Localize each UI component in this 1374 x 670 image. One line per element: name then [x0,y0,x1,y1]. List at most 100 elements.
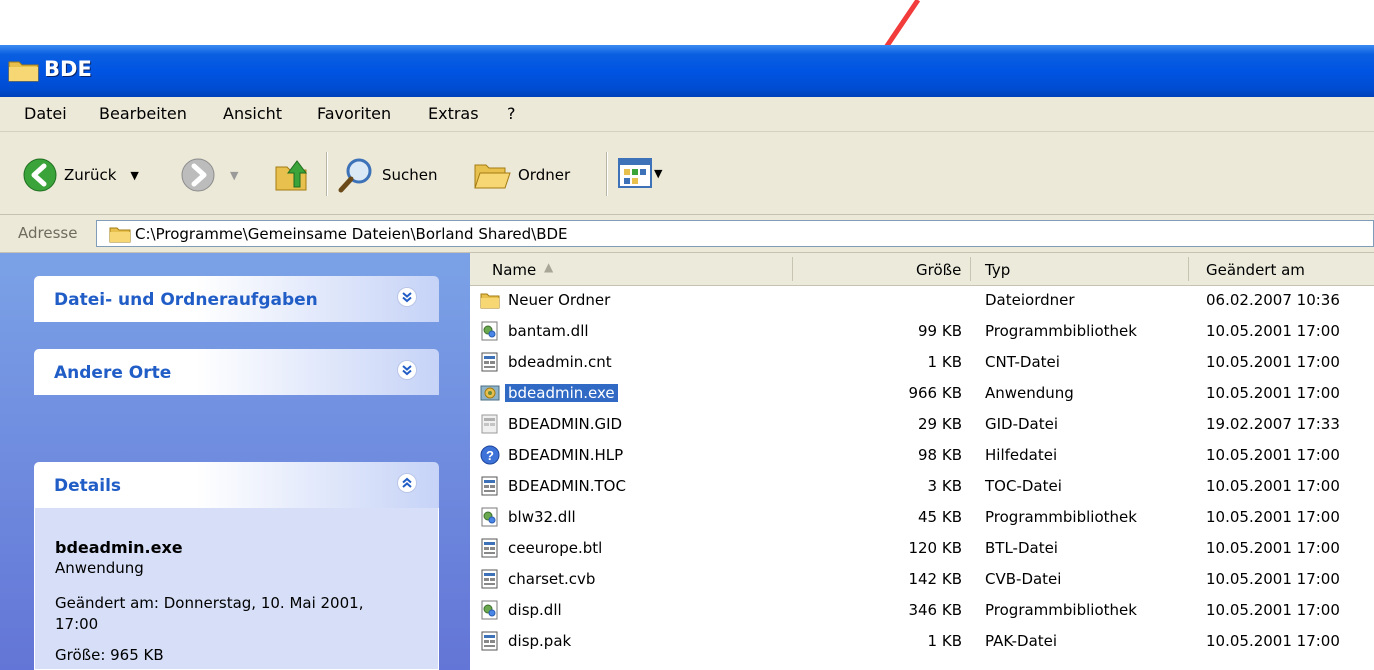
doc-gray-file-icon [480,414,500,434]
cell-name: ceeurope.btl [508,539,603,557]
back-button[interactable]: Zurück ▼ [22,157,139,193]
menu-datei[interactable]: Datei [24,104,67,123]
cell-size: 99 KB [918,322,962,340]
table-row[interactable]: disp.dll 346 KB Programmbibliothek 10.05.20… [470,595,1374,626]
cell-modified: 10.05.2001 17:00 [1206,508,1340,526]
table-row[interactable]: BDEADMIN.GID 29 KB GID-Datei 19.02.2007 17:… [470,409,1374,440]
menu-extras[interactable]: Extras [428,104,479,123]
cell-type: TOC-Datei [985,477,1062,495]
menu-favoriten[interactable]: Favoriten [317,104,391,123]
search-button[interactable]: Suchen [336,155,438,195]
title-bar[interactable]: BDE [0,45,1374,97]
panel-other-places[interactable]: Andere Orte [34,349,439,395]
cell-modified: 10.05.2001 17:00 [1206,446,1340,464]
details-file-type: Anwendung [55,559,144,577]
address-path: C:\Programme\Gemeinsame Dateien\Borland … [135,225,568,243]
cell-name: BDEADMIN.HLP [508,446,624,464]
cell-name: bdeadmin.exe [505,384,618,402]
views-button[interactable]: ▼ [618,158,662,188]
menu-bar: Datei Bearbeiten Ansicht Favoriten Extra… [0,97,1374,132]
folders-button[interactable]: Ordner [472,155,570,195]
cell-modified: 10.05.2001 17:00 [1206,539,1340,557]
up-folder-button[interactable] [272,155,312,195]
cell-size: 346 KB [908,601,962,619]
column-header: Name ▲ Größe Typ Geändert am [470,253,1374,286]
panel-details-title: Details [54,476,122,496]
dll-file-icon [480,507,500,527]
search-label: Suchen [382,166,438,184]
cell-type: Programmbibliothek [985,508,1137,526]
help-file-icon: ? [480,445,500,465]
cell-type: GID-Datei [985,415,1059,433]
cell-modified: 10.05.2001 17:00 [1206,384,1340,402]
task-pane: Datei- und Ordneraufgaben Andere Orte De… [0,253,470,670]
details-file-name: bdeadmin.exe [55,538,183,557]
chevron-down-icon[interactable]: ▼ [230,169,238,182]
cell-type: Programmbibliothek [985,322,1137,340]
views-icon [618,158,652,188]
column-type[interactable]: Typ [985,261,1010,279]
table-row[interactable]: bdeadmin.exe 966 KB Anwendung 10.05.2001 17… [470,378,1374,409]
table-row[interactable]: ? BDEADMIN.HLP 98 KB Hilfedatei 10.05.2001 1… [470,440,1374,471]
folders-icon [474,164,511,189]
table-row[interactable]: charset.cvb 142 KB CVB-Datei 10.05.2001 17:… [470,564,1374,595]
column-name[interactable]: Name [492,261,536,279]
menu-ansicht[interactable]: Ansicht [223,104,282,123]
cell-type: Anwendung [985,384,1074,402]
cell-name: disp.dll [508,601,562,619]
folder-file-icon [480,290,500,310]
doc-file-icon [480,569,500,589]
table-row[interactable]: blw32.dll 45 KB Programmbibliothek 10.05.20… [470,502,1374,533]
address-input[interactable]: C:\Programme\Gemeinsame Dateien\Borland … [96,220,1374,247]
dll-file-icon [480,600,500,620]
dll-file-icon [480,321,500,341]
chevron-up-icon[interactable] [397,473,417,493]
cell-type: Programmbibliothek [985,601,1137,619]
forward-button[interactable]: ▼ [180,157,238,193]
table-row[interactable]: BDEADMIN.TOC 3 KB TOC-Datei 10.05.2001 17:0… [470,471,1374,502]
chevron-down-icon[interactable] [397,360,417,380]
cell-modified: 19.02.2007 17:33 [1206,415,1340,433]
cell-modified: 10.05.2001 17:00 [1206,477,1340,495]
table-row[interactable]: ceeurope.btl 120 KB BTL-Datei 10.05.2001 17… [470,533,1374,564]
panel-details[interactable]: Details [34,462,439,508]
cell-name: bantam.dll [508,322,589,340]
sort-ascending-icon: ▲ [544,260,554,274]
table-row[interactable]: bdeadmin.cnt 1 KB CNT-Datei 10.05.2001 17:0… [470,347,1374,378]
cell-name: blw32.dll [508,508,576,526]
chevron-down-icon[interactable] [397,287,417,307]
doc-file-icon [480,476,500,496]
folders-label: Ordner [518,166,571,184]
table-row[interactable]: disp.pak 1 KB PAK-Datei 10.05.2001 17:00 [470,626,1374,657]
folder-icon [109,227,131,243]
column-size[interactable]: Größe [916,261,961,279]
cell-size: 29 KB [918,415,962,433]
explorer-window: BDE Datei Bearbeiten Ansicht Favoriten E… [0,45,1374,670]
cell-size: 1 KB [927,353,962,371]
details-modified: Geändert am: Donnerstag, 10. Mai 2001, 1… [55,594,364,633]
panel-other-places-title: Andere Orte [54,363,172,383]
window-title: BDE [44,57,92,81]
doc-file-icon [480,352,500,372]
panel-file-tasks[interactable]: Datei- und Ordneraufgaben [34,276,439,322]
cell-type: PAK-Datei [985,632,1058,650]
address-bar: Adresse C:\Programme\Gemeinsame Dateien\… [0,215,1374,253]
svg-text:?: ? [486,448,494,463]
menu-bearbeiten[interactable]: Bearbeiten [99,104,187,123]
toolbar: Zurück ▼ ▼ Suchen Ordner ▼ [0,132,1374,215]
cell-modified: 10.05.2001 17:00 [1206,322,1340,340]
exe-file-icon [480,383,500,403]
table-row[interactable]: Neuer Ordner Dateiordner 06.02.2007 10:36 [470,285,1374,316]
cell-name: disp.pak [508,632,572,650]
table-row[interactable]: bantam.dll 99 KB Programmbibliothek 10.05.2… [470,316,1374,347]
menu-help[interactable]: ? [507,104,516,123]
details-size: Größe: 965 KB [55,646,164,664]
search-icon [338,158,372,193]
back-arrow-icon [23,158,57,192]
chevron-down-icon[interactable]: ▼ [130,169,138,182]
chevron-down-icon[interactable]: ▼ [654,167,662,180]
cell-modified: 10.05.2001 17:00 [1206,353,1340,371]
folder-icon [8,61,39,82]
column-modified[interactable]: Geändert am [1206,261,1305,279]
cell-size: 98 KB [918,446,962,464]
